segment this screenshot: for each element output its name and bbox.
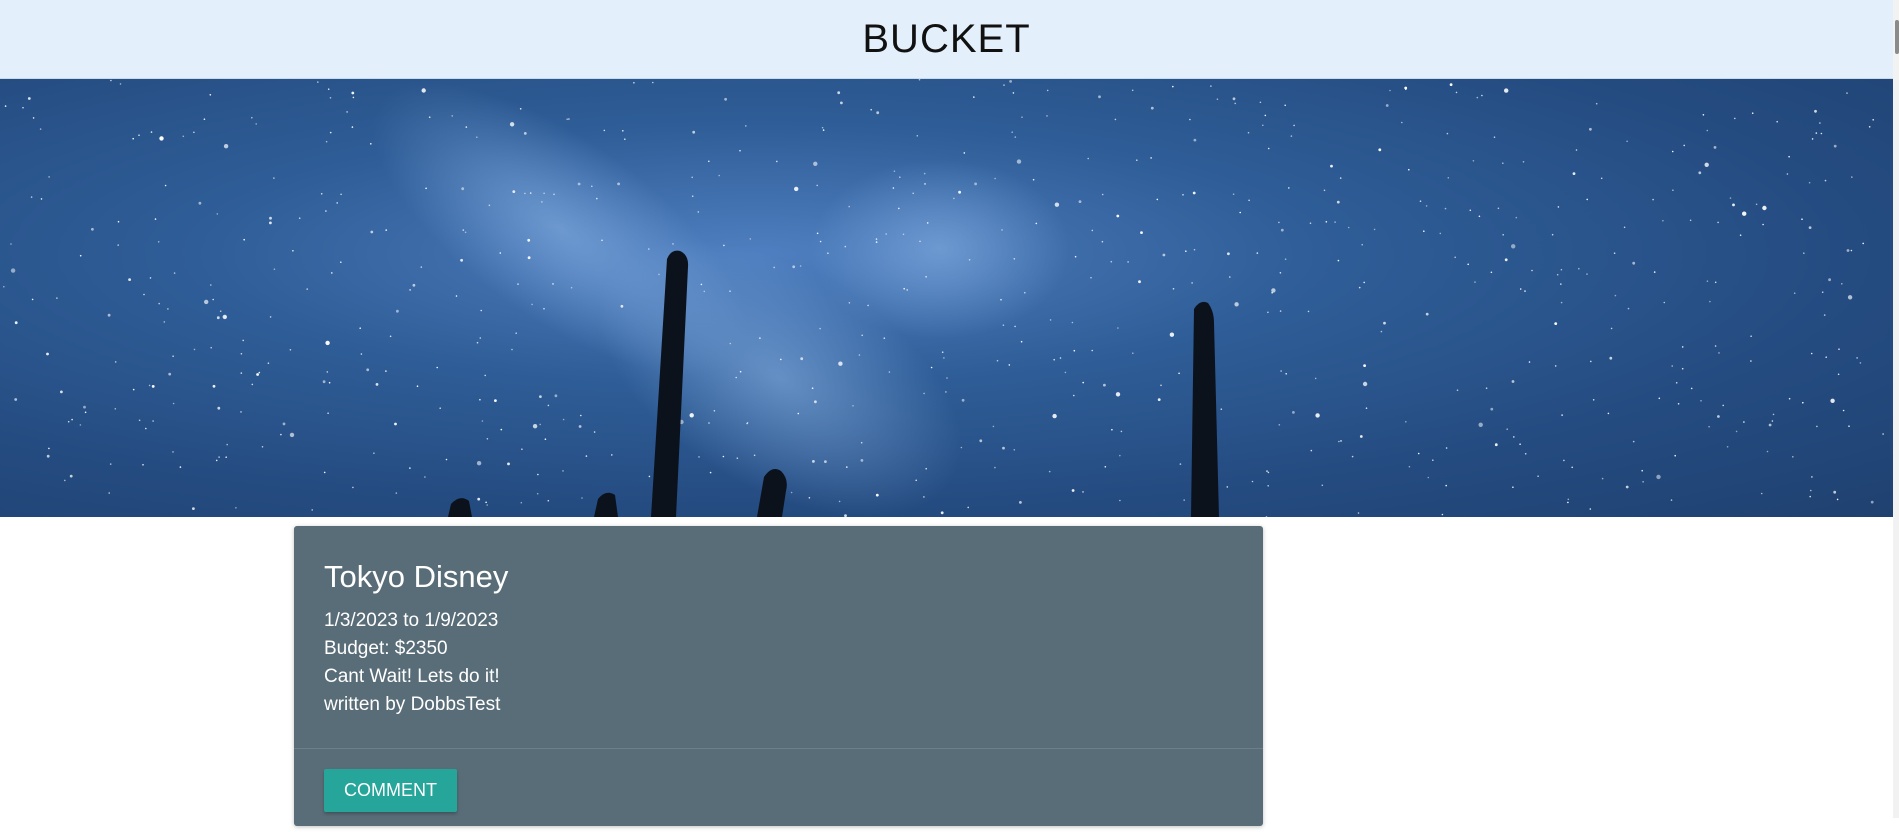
starry-sky-cactus-image bbox=[3, 79, 1884, 517]
post-dates: 1/3/2023 to 1/9/2023 bbox=[324, 610, 499, 632]
comment-button[interactable]: COMMENT bbox=[324, 769, 457, 812]
card-action: COMMENT bbox=[294, 748, 1263, 832]
card-content: Tokyo Disney 1/3/2023 to 1/9/2023 Budget… bbox=[294, 526, 1263, 716]
brand-logo[interactable]: BUCKET bbox=[862, 17, 1030, 62]
post-author: written by DobbsTest bbox=[324, 694, 501, 716]
card-title: Tokyo Disney bbox=[324, 559, 509, 594]
page-scrollbar[interactable] bbox=[1893, 0, 1899, 818]
hero-image bbox=[0, 79, 1893, 517]
top-navbar: BUCKET bbox=[0, 0, 1893, 79]
post-budget: Budget: $2350 bbox=[324, 638, 448, 660]
bucket-post-card: Tokyo Disney 1/3/2023 to 1/9/2023 Budget… bbox=[294, 526, 1263, 826]
post-description: Cant Wait! Lets do it! bbox=[324, 666, 500, 688]
scrollbar-thumb[interactable] bbox=[1895, 20, 1899, 54]
